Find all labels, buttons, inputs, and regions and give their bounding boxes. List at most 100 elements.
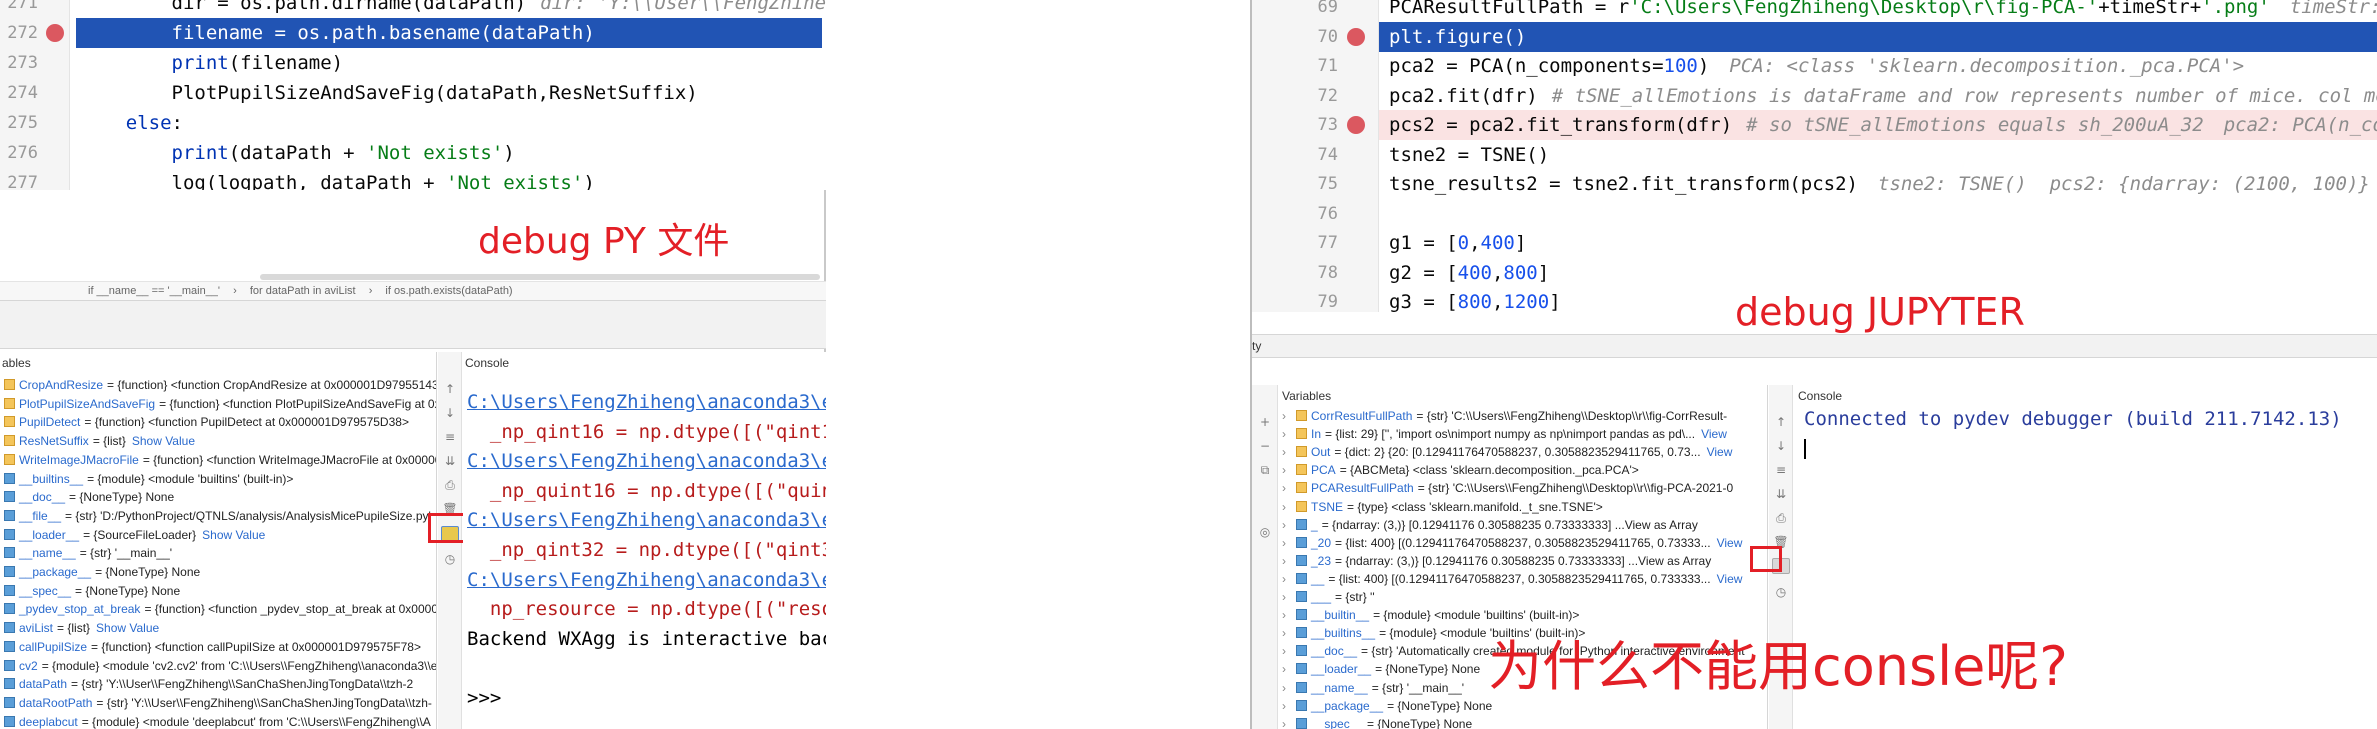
variable-row[interactable]: › ___ = {str} '' bbox=[1282, 588, 1762, 606]
text-cursor[interactable] bbox=[1804, 439, 1806, 459]
chevron-right-icon[interactable]: › bbox=[1282, 606, 1296, 624]
show-value-link[interactable]: View bbox=[1701, 427, 1727, 441]
copy-icon[interactable]: ⧉ bbox=[1257, 463, 1273, 477]
show-value-link[interactable]: Show Value bbox=[96, 621, 159, 635]
code-line[interactable]: g2 = [400,800] bbox=[1379, 258, 2377, 288]
chevron-right-icon[interactable]: › bbox=[1282, 570, 1296, 588]
code-line[interactable]: tsne_results2 = tsne2.fit_transform(pcs2… bbox=[1379, 169, 2377, 199]
chevron-right-icon[interactable]: › bbox=[1282, 498, 1296, 516]
code-line[interactable]: pcs2 = pca2.fit_transform(dfr) # so tSNE_… bbox=[1379, 110, 2377, 140]
console-path-link[interactable]: C:\Users\FengZhiheng\anaconda3\envs\DLC-… bbox=[467, 566, 826, 595]
code-line[interactable]: PCAResultFullPath = r'C:\Users\FengZhihe… bbox=[1379, 0, 2377, 22]
variable-row[interactable]: › PCAResultFullPath = {str} 'C:\\Users\\Fe… bbox=[1282, 479, 1762, 497]
arrow-up-icon[interactable]: ↑ bbox=[442, 382, 458, 396]
variable-row[interactable]: › PCA = {ABCMeta} <class 'sklearn.decompos… bbox=[1282, 461, 1762, 479]
soft-wrap-icon[interactable]: ≡ bbox=[442, 430, 458, 444]
variable-row[interactable]: __loader__ = {SourceFileLoader} Show Value bbox=[4, 526, 436, 544]
add-watch-icon[interactable]: + bbox=[1257, 415, 1273, 429]
show-value-link[interactable]: View bbox=[1717, 536, 1743, 550]
left-console-panel[interactable]: Console C:\Users\FengZhiheng\anaconda3\e… bbox=[463, 352, 826, 729]
code-line[interactable]: PlotPupilSizeAndSaveFig(dataPath,ResNetS… bbox=[80, 78, 826, 108]
breadcrumb-item[interactable]: if __name__ == '__main__' bbox=[88, 285, 220, 297]
chevron-right-icon[interactable]: › bbox=[1282, 407, 1296, 425]
code-line[interactable]: plt.figure() bbox=[1379, 22, 2377, 52]
breakpoint-icon[interactable] bbox=[1347, 28, 1365, 46]
variable-row[interactable]: __package__ = {NoneType} None bbox=[4, 563, 436, 581]
variable-row[interactable]: callPupilSize = {function} <function call… bbox=[4, 638, 436, 656]
variable-row[interactable]: __file__ = {str} 'D:/PythonProject/QTNLS/… bbox=[4, 507, 436, 525]
history-icon[interactable]: ◷ bbox=[442, 552, 458, 566]
code-line[interactable]: log(logpath, dataPath + 'Not exists') bbox=[80, 168, 826, 190]
variable-row[interactable]: WriteImageJMacroFile = {function} <functi… bbox=[4, 451, 436, 469]
arrow-down-icon[interactable]: ↓ bbox=[1773, 439, 1789, 453]
chevron-right-icon[interactable]: › bbox=[1282, 697, 1296, 715]
console-path-link[interactable]: C:\Users\FengZhiheng\anaconda3\envs\DLC-… bbox=[467, 388, 826, 417]
history-icon[interactable]: ◷ bbox=[1773, 585, 1789, 599]
variable-row[interactable]: cv2 = {module} <module 'cv2.cv2' from 'C:… bbox=[4, 657, 436, 675]
arrow-up-icon[interactable]: ↑ bbox=[1773, 415, 1789, 429]
chevron-right-icon[interactable]: › bbox=[1282, 588, 1296, 606]
glasses-icon[interactable]: ◎ bbox=[1257, 525, 1273, 539]
print-icon[interactable]: ⎙ bbox=[442, 478, 458, 492]
scroll-end-icon[interactable]: ⇊ bbox=[442, 454, 458, 468]
code-line[interactable]: dir = os.path.dirname(dataPath) dir: 'Y:\… bbox=[80, 0, 827, 18]
variable-row[interactable]: dataPath = {str} 'Y:\\User\\FengZhiheng\\… bbox=[4, 675, 436, 693]
variable-row[interactable]: › __ = {list: 400} [(0.12941176470588237, … bbox=[1282, 570, 1762, 588]
code-line[interactable]: pca2.fit(dfr) # tSNE_allEmotions is dataF… bbox=[1379, 81, 2377, 111]
scroll-end-icon[interactable]: ⇊ bbox=[1773, 487, 1789, 501]
code-line[interactable]: g1 = [0,400] bbox=[1379, 228, 2377, 258]
variable-row[interactable]: › _ = {ndarray: (3,)} [0.12941176 0.305882… bbox=[1282, 516, 1762, 534]
code-line[interactable]: else: bbox=[80, 108, 826, 138]
code-line[interactable]: print(filename) bbox=[80, 48, 826, 78]
breadcrumb-item[interactable]: if os.path.exists(dataPath) bbox=[385, 285, 512, 297]
code-line[interactable]: filename = os.path.basename(dataPath) bbox=[76, 18, 822, 48]
show-value-link[interactable]: View bbox=[1717, 572, 1743, 586]
chevron-right-icon[interactable]: › bbox=[1282, 479, 1296, 497]
chevron-right-icon[interactable]: › bbox=[1282, 552, 1296, 570]
variable-row[interactable]: deeplabcut = {module} <module 'deeplabcut… bbox=[4, 713, 436, 729]
breakpoint-icon[interactable] bbox=[46, 24, 64, 42]
editor-scrollbar[interactable] bbox=[260, 274, 820, 280]
variable-row[interactable]: dataRootPath = {str} 'Y:\\User\\FengZhihe… bbox=[4, 694, 436, 712]
chevron-right-icon[interactable]: › bbox=[1282, 642, 1296, 660]
left-editor[interactable]: 271 dir = os.path.dirname(dataPath) dir: … bbox=[0, 0, 826, 190]
code-line[interactable]: tsne2 = TSNE() bbox=[1379, 140, 2377, 170]
variable-row[interactable]: ResNetSuffix = {list} Show Value bbox=[4, 432, 436, 450]
code-line[interactable]: pca2 = PCA(n_components=100) PCA: <class … bbox=[1379, 51, 2377, 81]
variable-row[interactable]: __doc__ = {NoneType} None bbox=[4, 488, 436, 506]
breakpoint-icon[interactable] bbox=[1347, 116, 1365, 134]
variable-row[interactable]: › _23 = {ndarray: (3,)} [0.12941176 0.3058… bbox=[1282, 552, 1762, 570]
right-editor[interactable]: 69 PCAResultFullPath = r'C:\Users\FengZhi… bbox=[1252, 0, 2377, 312]
chevron-right-icon[interactable]: › bbox=[1282, 443, 1296, 461]
variable-row[interactable]: __spec__ = {NoneType} None bbox=[4, 582, 436, 600]
variable-row[interactable]: PlotPupilSizeAndSaveFig = {function} <fun… bbox=[4, 395, 436, 413]
variable-row[interactable]: __builtins__ = {module} <module 'builtins… bbox=[4, 470, 436, 488]
variable-row[interactable]: › __spec__ = {NoneType} None bbox=[1282, 715, 1762, 729]
code-line[interactable]: print(dataPath + 'Not exists') bbox=[80, 138, 826, 168]
breadcrumb-item[interactable]: for dataPath in aviList bbox=[250, 285, 356, 297]
chevron-right-icon[interactable]: › bbox=[1282, 516, 1296, 534]
variable-row[interactable]: PupilDetect = {function} <function PupilD… bbox=[4, 413, 436, 431]
show-value-link[interactable]: Show Value bbox=[132, 434, 195, 448]
variable-row[interactable]: aviList = {list} Show Value bbox=[4, 619, 436, 637]
variable-row[interactable]: CropAndResize = {function} <function Crop… bbox=[4, 376, 436, 394]
remove-watch-icon[interactable]: − bbox=[1257, 439, 1273, 453]
show-value-link[interactable]: Show Value bbox=[202, 528, 265, 542]
variable-row[interactable]: › _20 = {list: 400} [(0.12941176470588237,… bbox=[1282, 534, 1762, 552]
arrow-down-icon[interactable]: ↓ bbox=[442, 406, 458, 420]
soft-wrap-icon[interactable]: ≡ bbox=[1773, 463, 1789, 477]
chevron-right-icon[interactable]: › bbox=[1282, 715, 1296, 729]
print-icon[interactable]: ⎙ bbox=[1773, 511, 1789, 525]
chevron-right-icon[interactable]: › bbox=[1282, 679, 1296, 697]
variable-row[interactable]: _pydev_stop_at_break = {function} <functi… bbox=[4, 600, 436, 618]
variable-row[interactable]: › In = {list: 29} ['', 'import os\nimport … bbox=[1282, 425, 1762, 443]
console-path-link[interactable]: C:\Users\FengZhiheng\anaconda3\envs\DLC-… bbox=[467, 447, 826, 476]
tab-fragment[interactable]: ty bbox=[1252, 339, 1261, 353]
chevron-right-icon[interactable]: › bbox=[1282, 660, 1296, 678]
chevron-right-icon[interactable]: › bbox=[1282, 461, 1296, 479]
console-path-link[interactable]: C:\Users\FengZhiheng\anaconda3\envs\DLC-… bbox=[467, 506, 826, 535]
variable-row[interactable]: › TSNE = {type} <class 'sklearn.manifold._… bbox=[1282, 498, 1762, 516]
chevron-right-icon[interactable]: › bbox=[1282, 425, 1296, 443]
chevron-right-icon[interactable]: › bbox=[1282, 534, 1296, 552]
code-line[interactable] bbox=[1379, 199, 2377, 229]
